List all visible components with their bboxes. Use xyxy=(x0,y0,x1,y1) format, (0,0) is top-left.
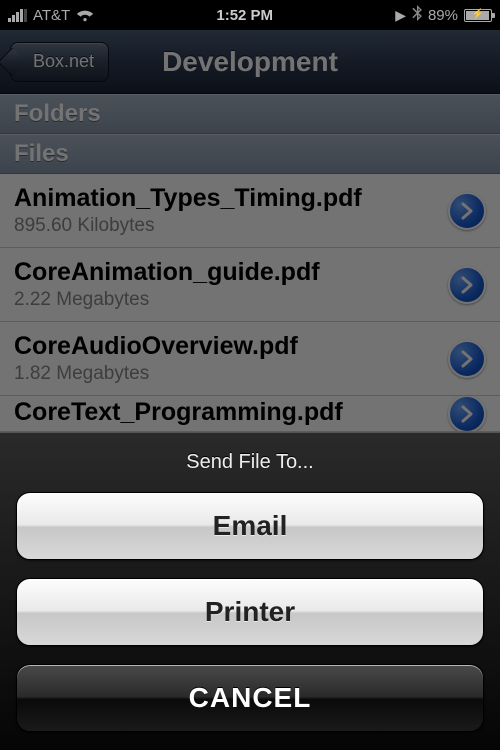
printer-button[interactable]: Printer xyxy=(16,578,484,646)
clock: 1:52 PM xyxy=(102,7,387,24)
play-icon: ▶ xyxy=(395,7,406,24)
email-button-label: Email xyxy=(213,510,288,542)
cancel-button[interactable]: CANCEL xyxy=(16,664,484,732)
wifi-icon xyxy=(76,8,94,22)
bluetooth-icon xyxy=(412,5,422,25)
cancel-button-label: CANCEL xyxy=(189,682,312,714)
action-sheet: Send File To... Email Printer CANCEL xyxy=(0,432,500,750)
email-button[interactable]: Email xyxy=(16,492,484,560)
signal-icon xyxy=(8,8,27,22)
printer-button-label: Printer xyxy=(205,596,295,628)
battery-icon: ⚡ xyxy=(464,9,492,22)
carrier-label: AT&T xyxy=(33,7,70,24)
status-bar: AT&T 1:52 PM ▶ 89% ⚡ xyxy=(0,0,500,30)
action-sheet-title: Send File To... xyxy=(16,451,484,474)
battery-percent: 89% xyxy=(428,7,458,24)
